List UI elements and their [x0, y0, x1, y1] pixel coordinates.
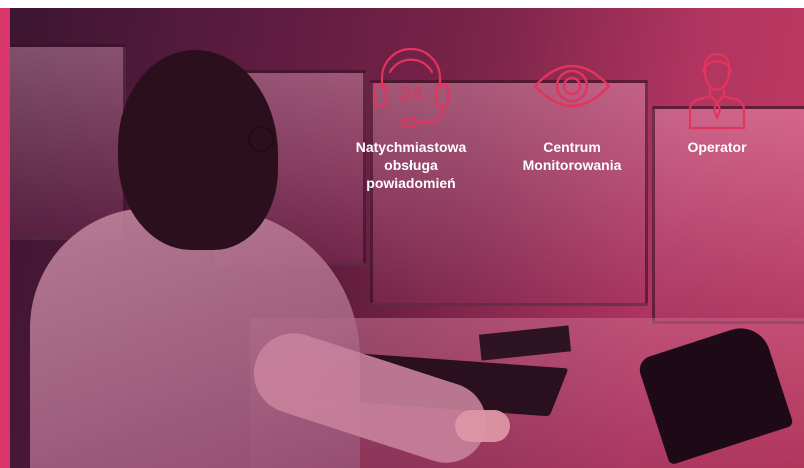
hero-banner: 24 Natychmiastowa obsługa powiadomień Ce…	[0, 8, 804, 468]
feature-label-notifications: Natychmiastowa obsługa powiadomień	[355, 139, 467, 191]
accent-strip	[0, 8, 10, 468]
feature-label-operator: Operator	[687, 139, 747, 155]
feature-monitoring-center: Centrum Monitorowania	[502, 44, 642, 174]
monitor-left	[0, 44, 126, 240]
operator-hand	[455, 410, 510, 442]
feature-operator: Operator	[647, 44, 787, 156]
headset-24-text: 24	[399, 82, 423, 107]
glasses	[248, 126, 274, 152]
operator-person-icon	[688, 52, 746, 130]
headset-24-icon: 24	[372, 47, 450, 128]
eye-icon	[533, 64, 611, 108]
feature-notifications: 24 Natychmiastowa obsługa powiadomień	[341, 44, 481, 192]
feature-label-monitoring-center: Centrum Monitorowania	[522, 139, 622, 173]
